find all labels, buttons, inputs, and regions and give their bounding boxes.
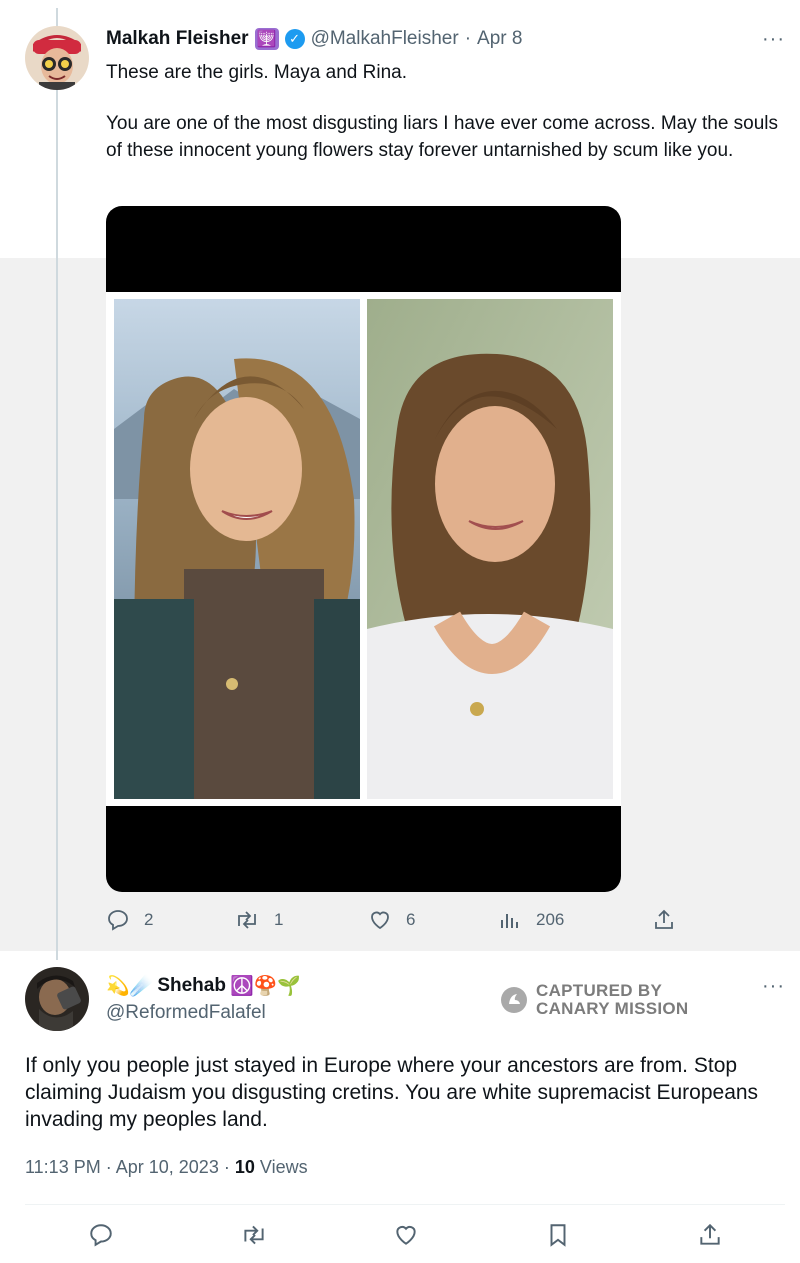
views-count: 206 [536,910,565,929]
name-prefix-emoji: 💫☄️ [106,976,154,997]
repost-button[interactable] [240,1222,268,1248]
meta-separator: · [464,28,472,49]
photo-left-portrait [114,299,360,799]
views-button[interactable]: 206 [498,908,564,932]
meta-separator: · [223,1157,230,1177]
views-label: Views [259,1157,308,1177]
author-line: Malkah Fleisher 🕎 ✓ @MalkahFleisher · Ap… [106,27,522,51]
share-button[interactable] [697,1222,723,1248]
reply-count: 2 [144,910,154,929]
post-date[interactable]: Apr 10, 2023 [116,1157,219,1177]
author-line: 💫☄️ Shehab ☮️🍄🌱 [106,974,301,998]
display-name[interactable]: Shehab [157,975,226,997]
photo-collage [106,292,621,806]
canary-logo-icon [501,987,527,1013]
repost-icon [238,911,256,929]
tweet-actions: 2 1 6 206 [106,908,686,938]
like-button[interactable]: 6 [368,908,415,932]
heart-icon [396,1225,416,1245]
photo-right-portrait [367,299,613,799]
handle[interactable]: @ReformedFalafel [106,1002,266,1024]
timestamp-line: 11:13 PM · Apr 10, 2023 · 10 Views [25,1157,308,1178]
watermark-line-2: CANARY MISSION [536,999,689,1018]
like-button[interactable] [393,1222,419,1248]
display-name[interactable]: Malkah Fleisher [106,28,249,50]
repost-count: 1 [274,910,284,929]
canary-mission-watermark: CAPTURED BY CANARY MISSION [500,982,689,1018]
more-options-button[interactable]: ··· [762,29,785,49]
tweet-text-line-1: These are the girls. Maya and Rina. [106,62,407,83]
views-icon [501,914,518,928]
reply-button[interactable]: 2 [106,908,153,932]
handle[interactable]: @MalkahFleisher [311,28,459,50]
meta-separator: · [105,1157,112,1177]
reply-icon [90,1224,112,1247]
bookmark-button[interactable] [545,1222,571,1248]
more-options-button[interactable]: ··· [762,976,785,996]
name-suffix-emoji: ☮️🍄🌱 [229,976,301,997]
share-icon [700,1223,720,1245]
bookmark-icon [550,1224,566,1247]
attached-photo[interactable] [106,206,621,892]
post-time[interactable]: 11:13 PM [25,1157,101,1177]
verified-badge-icon[interactable]: ✓ [284,29,305,49]
share-button[interactable] [652,908,676,932]
tweet-text: If only you people just stayed in Europe… [25,1054,759,1131]
thread-connector-line [56,8,58,960]
avatar[interactable] [25,967,89,1031]
heart-icon [371,911,389,930]
post-date[interactable]: Apr 8 [477,28,522,50]
menorah-emoji: 🕎 [254,28,279,50]
repost-icon [244,1225,264,1245]
avatar[interactable] [25,26,89,90]
watermark-line-1: CAPTURED BY [536,981,663,1000]
share-icon [655,909,673,929]
divider [25,1204,785,1205]
views-count[interactable]: 10 [235,1157,255,1177]
reply-button[interactable] [88,1222,114,1248]
reply-icon [108,910,128,931]
tweet-text-paragraph-2: You are one of the most disgusting liars… [106,113,779,161]
repost-button[interactable]: 1 [234,908,283,932]
like-count: 6 [406,910,416,929]
